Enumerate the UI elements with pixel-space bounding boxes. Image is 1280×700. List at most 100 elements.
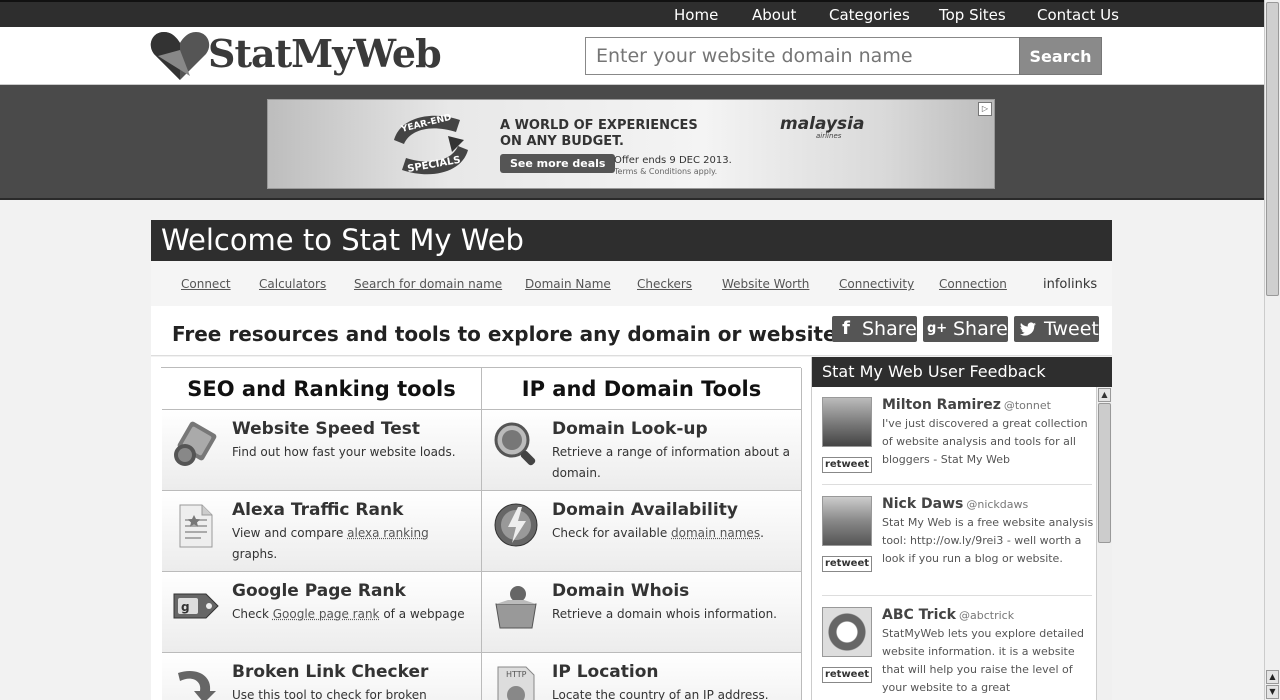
feedback-author: Nick Daws @nickdaws <box>882 496 1028 512</box>
nav-contact-us[interactable]: Contact Us <box>1037 6 1119 24</box>
scroll-up-arrow-icon[interactable]: ▲ <box>1098 388 1111 402</box>
avatar[interactable] <box>822 496 872 546</box>
feedback-title: Stat My Web User Feedback <box>812 357 1112 387</box>
tool-desc-post: . <box>760 526 764 540</box>
retweet-button[interactable]: retweet <box>822 667 872 683</box>
tool-google-page-rank[interactable]: g Google Page Rank Check Google page ran… <box>162 572 482 653</box>
infolinks-logo[interactable]: infolinks <box>1043 277 1097 292</box>
tool-broken-link-checker[interactable]: Broken Link Checker Use this tool to che… <box>162 653 482 700</box>
ad-brand-sub: airlines <box>816 132 842 140</box>
google-share-button[interactable]: g+ Share <box>923 316 1008 342</box>
tool-desc-pre: View and compare <box>232 526 348 540</box>
ad-headline: A WORLD OF EXPERIENCES ON ANY BUDGET. <box>500 118 698 150</box>
tool-title[interactable]: Domain Look-up <box>552 419 708 439</box>
tool-desc-pre: Check for available <box>552 526 672 540</box>
subhead: Free resources and tools to explore any … <box>151 306 1112 356</box>
link-calculators[interactable]: Calculators <box>259 277 326 291</box>
link-connection[interactable]: Connection <box>939 277 1007 291</box>
tool-title[interactable]: Domain Availability <box>552 500 738 520</box>
tool-desc: Check for available domain names. <box>552 523 792 544</box>
ad-see-more-button[interactable]: See more deals <box>500 154 616 173</box>
page-scrollbar[interactable]: ▲ ▼ <box>1264 0 1280 700</box>
ad-terms-text: Terms & Conditions apply. <box>614 167 718 176</box>
author-name[interactable]: ABC Trick <box>882 607 956 623</box>
site-header: StatMyWeb Search <box>0 27 1264 85</box>
tool-desc: Retrieve a range of information about a … <box>552 445 790 480</box>
tagline: Free resources and tools to explore any … <box>172 322 837 346</box>
link-connectivity[interactable]: Connectivity <box>839 277 914 291</box>
feedback-list: retweet Milton Ramirez @tonnet I've just … <box>812 387 1112 700</box>
tool-title[interactable]: Alexa Traffic Rank <box>232 500 403 520</box>
alexa-ranking-link[interactable]: alexa ranking <box>347 526 429 540</box>
author-handle[interactable]: @abctrick <box>959 609 1014 622</box>
tool-alexa-traffic-rank[interactable]: Alexa Traffic Rank View and compare alex… <box>162 491 482 572</box>
tool-title[interactable]: Google Page Rank <box>232 581 406 601</box>
link-website-worth[interactable]: Website Worth <box>722 277 809 291</box>
banner-ad[interactable]: YEAR-END SPECIALS A WORLD OF EXPERIENCES… <box>267 99 995 189</box>
speed-test-icon <box>174 421 217 466</box>
author-handle[interactable]: @nickdaws <box>966 498 1028 511</box>
tool-title[interactable]: IP Location <box>552 662 659 682</box>
link-checkers[interactable]: Checkers <box>637 277 692 291</box>
tool-domain-availability[interactable]: Domain Availability Check for available … <box>482 491 802 572</box>
avatar[interactable] <box>822 397 872 447</box>
tools-grid: SEO and Ranking tools IP and Domain Tool… <box>161 367 802 700</box>
tool-desc: Use this tool to check for broken <box>232 688 427 700</box>
tool-domain-lookup[interactable]: Domain Look-up Retrieve a range of infor… <box>482 410 802 491</box>
google-tag-icon: g <box>173 593 219 619</box>
scroll-up-arrow-icon[interactable]: ▲ <box>1266 670 1279 684</box>
logo-text: StatMyWeb <box>208 31 442 76</box>
nav-about[interactable]: About <box>752 6 796 24</box>
author-name[interactable]: Milton Ramirez <box>882 397 1001 413</box>
tool-desc-pre: Check <box>232 607 273 621</box>
link-domain-name[interactable]: Domain Name <box>525 277 611 291</box>
facebook-share-button[interactable]: f Share <box>832 316 917 342</box>
feedback-scrollbar[interactable]: ▲ <box>1096 387 1112 700</box>
domain-names-link[interactable]: domain names <box>671 526 760 540</box>
magnifier-globe-icon <box>494 422 536 466</box>
tool-domain-whois[interactable]: Domain Whois Retrieve a domain whois inf… <box>482 572 802 653</box>
link-search-domain[interactable]: Search for domain name <box>354 277 502 291</box>
ad-band: YEAR-END SPECIALS A WORLD OF EXPERIENCES… <box>0 85 1264 200</box>
tool-title[interactable]: Domain Whois <box>552 581 689 601</box>
feedback-item: retweet Milton Ramirez @tonnet I've just … <box>822 387 1092 485</box>
author-name[interactable]: Nick Daws <box>882 496 963 512</box>
tool-desc: Check Google page rank of a webpage <box>232 604 472 625</box>
twitter-tweet-button[interactable]: Tweet <box>1014 316 1099 342</box>
ad-ribbon-top: YEAR-END <box>399 113 452 135</box>
broken-link-arrow-icon <box>178 671 216 700</box>
nav-categories[interactable]: Categories <box>829 6 910 24</box>
author-handle[interactable]: @tonnet <box>1004 399 1051 412</box>
link-connect[interactable]: Connect <box>181 277 231 291</box>
avatar[interactable] <box>822 607 872 657</box>
tool-ip-location[interactable]: HTTP IP Location Locate the country of a… <box>482 653 802 700</box>
page-scroll-thumb[interactable] <box>1266 2 1279 296</box>
tool-desc-post: of a webpage <box>379 607 465 621</box>
facebook-share-label: Share <box>862 318 917 340</box>
search-button[interactable]: Search <box>1019 37 1102 75</box>
nav-home[interactable]: Home <box>674 6 718 24</box>
tool-desc-post: graphs. <box>232 547 278 561</box>
alexa-document-icon <box>179 504 213 548</box>
feedback-scroll-thumb[interactable] <box>1098 403 1111 543</box>
feedback-author: ABC Trick @abctrick <box>882 607 1014 623</box>
domain-search-input[interactable] <box>585 37 1020 75</box>
google-page-rank-link[interactable]: Google page rank <box>273 607 380 621</box>
scroll-down-arrow-icon[interactable]: ▼ <box>1266 685 1279 699</box>
tool-title[interactable]: Website Speed Test <box>232 419 420 439</box>
feedback-text: I've just discovered a great collection … <box>882 417 1088 466</box>
facebook-icon: f <box>842 318 850 339</box>
google-plus-icon: g+ <box>927 321 948 336</box>
seo-tools-heading: SEO and Ranking tools <box>162 368 482 410</box>
retweet-button[interactable]: retweet <box>822 556 872 572</box>
ad-choices-icon[interactable]: ▷ <box>978 102 992 116</box>
feedback-text: Stat My Web is a free website analysis t… <box>882 516 1094 565</box>
nav-top-sites[interactable]: Top Sites <box>939 6 1006 24</box>
page-title: Welcome to Stat My Web <box>151 220 1112 261</box>
feedback-item: retweet ABC Trick @abctrick StatMyWeb let… <box>822 597 1092 700</box>
tool-desc: Retrieve a domain whois information. <box>552 607 777 621</box>
site-logo[interactable]: StatMyWeb <box>150 30 450 82</box>
tool-title[interactable]: Broken Link Checker <box>232 662 428 682</box>
retweet-button[interactable]: retweet <box>822 457 872 473</box>
tool-website-speed-test[interactable]: Website Speed Test Find out how fast you… <box>162 410 482 491</box>
